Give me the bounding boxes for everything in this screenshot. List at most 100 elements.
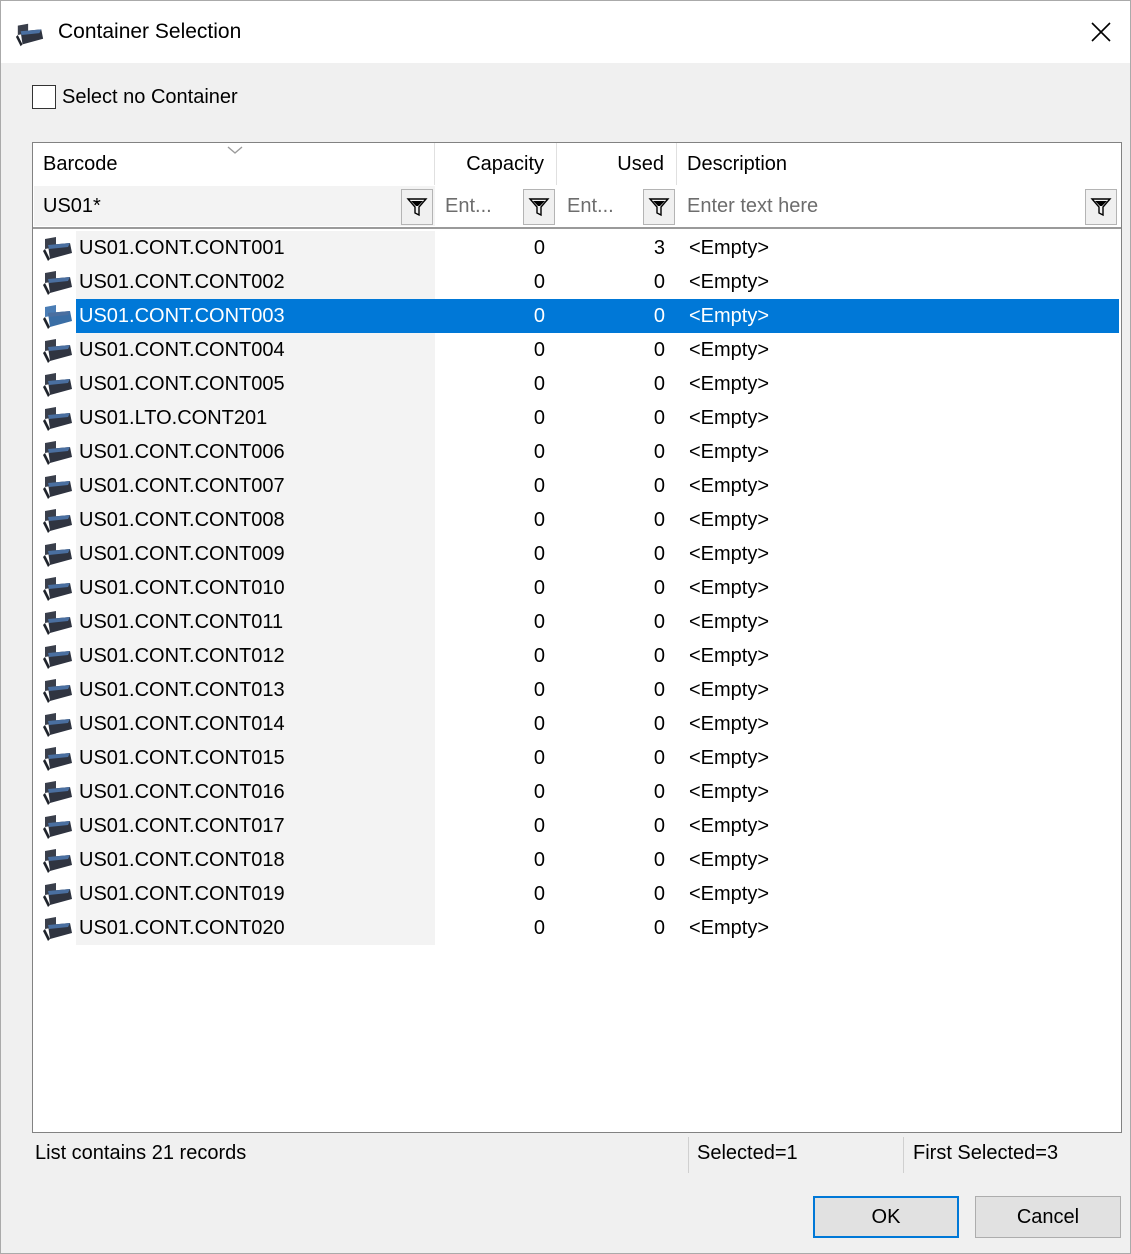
container-icon	[43, 373, 72, 397]
status-separator	[688, 1137, 689, 1173]
cell-used: 0	[653, 475, 665, 497]
cell-used: 0	[653, 645, 665, 667]
container-icon	[43, 645, 72, 669]
container-icon	[43, 441, 72, 465]
cell-capacity: 0	[533, 271, 545, 293]
table-row[interactable]: US01.CONT.CONT017 0 0 <Empty>	[33, 809, 1121, 843]
container-icon	[43, 407, 72, 431]
container-icon	[43, 679, 72, 703]
filter-barcode-cell	[33, 186, 435, 226]
table-row[interactable]: US01.CONT.CONT012 0 0 <Empty>	[33, 639, 1121, 673]
container-icon	[43, 815, 72, 839]
container-icon	[43, 747, 72, 771]
cell-barcode: US01.CONT.CONT016	[79, 781, 285, 803]
filter-row	[33, 185, 1121, 229]
cell-barcode: US01.CONT.CONT010	[79, 577, 285, 599]
cell-used: 0	[653, 509, 665, 531]
table-row[interactable]: US01.CONT.CONT001 0 3 <Empty>	[33, 231, 1121, 265]
table-row[interactable]: US01.CONT.CONT018 0 0 <Empty>	[33, 843, 1121, 877]
cell-capacity: 0	[533, 815, 545, 837]
cell-description: <Empty>	[689, 781, 770, 803]
table-row[interactable]: US01.CONT.CONT015 0 0 <Empty>	[33, 741, 1121, 775]
cell-capacity: 0	[533, 441, 545, 463]
cell-used: 0	[653, 543, 665, 565]
container-grid: Barcode Capacity Used Description US01* …	[32, 142, 1122, 1133]
table-row[interactable]: US01.CONT.CONT013 0 0 <Empty>	[33, 673, 1121, 707]
status-first-selected: First Selected=3	[913, 1142, 1059, 1164]
container-icon	[43, 339, 72, 363]
cell-barcode: US01.CONT.CONT009	[79, 543, 285, 565]
filter-barcode-button[interactable]	[401, 189, 433, 225]
cell-used: 0	[653, 611, 665, 633]
container-selection-dialog: Container Selection Select no Container …	[0, 0, 1131, 1254]
table-row[interactable]: US01.CONT.CONT014 0 0 <Empty>	[33, 707, 1121, 741]
table-row[interactable]: US01.CONT.CONT019 0 0 <Empty>	[33, 877, 1121, 911]
cell-used: 3	[653, 237, 665, 259]
cell-capacity: 0	[533, 339, 545, 361]
cell-barcode: US01.CONT.CONT005	[79, 373, 285, 395]
cell-used: 0	[653, 271, 665, 293]
cell-barcode: US01.CONT.CONT011	[79, 611, 284, 633]
cell-description: <Empty>	[689, 543, 770, 565]
select-no-container-checkbox[interactable]	[32, 85, 56, 109]
filter-used-button[interactable]	[643, 189, 675, 225]
table-row[interactable]: US01.CONT.CONT008 0 0 <Empty>	[33, 503, 1121, 537]
cell-used: 0	[653, 849, 665, 871]
grid-header: Barcode Capacity Used Description	[33, 143, 1121, 185]
column-header-description[interactable]: Description	[677, 143, 1121, 185]
cell-capacity: 0	[533, 781, 545, 803]
filter-barcode-input[interactable]	[33, 186, 399, 226]
cell-description: <Empty>	[689, 577, 770, 599]
status-bar: List contains 21 records Selected=1 Firs…	[32, 1137, 1122, 1173]
cell-barcode: US01.CONT.CONT014	[79, 713, 285, 735]
cell-description: <Empty>	[689, 441, 770, 463]
filter-description-button[interactable]	[1085, 189, 1117, 225]
cell-description: <Empty>	[689, 237, 770, 259]
cell-description: <Empty>	[689, 849, 770, 871]
cell-capacity: 0	[533, 509, 545, 531]
cell-description: <Empty>	[689, 747, 770, 769]
table-row[interactable]: US01.CONT.CONT004 0 0 <Empty>	[33, 333, 1121, 367]
filter-capacity-button[interactable]	[523, 189, 555, 225]
cell-description: <Empty>	[689, 917, 770, 939]
cell-used: 0	[653, 373, 665, 395]
ok-button[interactable]: OK	[813, 1196, 959, 1238]
table-row[interactable]: US01.CONT.CONT005 0 0 <Empty>	[33, 367, 1121, 401]
filter-used-input[interactable]	[557, 186, 641, 226]
cell-used: 0	[653, 815, 665, 837]
cell-used: 0	[653, 339, 665, 361]
column-header-used[interactable]: Used	[557, 143, 677, 185]
cell-capacity: 0	[533, 747, 545, 769]
filter-description-input[interactable]	[677, 186, 1083, 226]
table-row[interactable]: US01.CONT.CONT010 0 0 <Empty>	[33, 571, 1121, 605]
table-row[interactable]: US01.CONT.CONT011 0 0 <Empty>	[33, 605, 1121, 639]
cell-capacity: 0	[533, 611, 545, 633]
filter-capacity-input[interactable]	[435, 186, 521, 226]
cell-description: <Empty>	[689, 645, 770, 667]
table-row[interactable]: US01.CONT.CONT006 0 0 <Empty>	[33, 435, 1121, 469]
container-icon	[43, 781, 72, 805]
cell-used: 0	[653, 441, 665, 463]
cell-capacity: 0	[533, 237, 545, 259]
table-row[interactable]: US01.CONT.CONT009 0 0 <Empty>	[33, 537, 1121, 571]
cell-capacity: 0	[533, 917, 545, 939]
container-icon	[43, 849, 72, 873]
cell-barcode: US01.CONT.CONT017	[79, 815, 285, 837]
cell-barcode: US01.CONT.CONT007	[79, 475, 285, 497]
cell-description: <Empty>	[689, 713, 770, 735]
table-row[interactable]: US01.CONT.CONT002 0 0 <Empty>	[33, 265, 1121, 299]
cell-description: <Empty>	[689, 271, 770, 293]
table-row[interactable]: US01.CONT.CONT007 0 0 <Empty>	[33, 469, 1121, 503]
table-row[interactable]: US01.CONT.CONT003 0 0 <Empty>	[33, 299, 1121, 333]
table-row[interactable]: US01.CONT.CONT020 0 0 <Empty>	[33, 911, 1121, 945]
cell-used: 0	[653, 305, 665, 327]
table-row[interactable]: US01.LTO.CONT201 0 0 <Empty>	[33, 401, 1121, 435]
close-button[interactable]	[1072, 1, 1130, 63]
cancel-button[interactable]: Cancel	[975, 1196, 1121, 1238]
table-row[interactable]: US01.CONT.CONT016 0 0 <Empty>	[33, 775, 1121, 809]
sort-indicator-icon	[227, 146, 243, 154]
select-no-container-option[interactable]: Select no Container	[32, 85, 238, 109]
column-header-barcode[interactable]: Barcode	[33, 143, 435, 185]
column-header-capacity[interactable]: Capacity	[435, 143, 557, 185]
cell-capacity: 0	[533, 883, 545, 905]
